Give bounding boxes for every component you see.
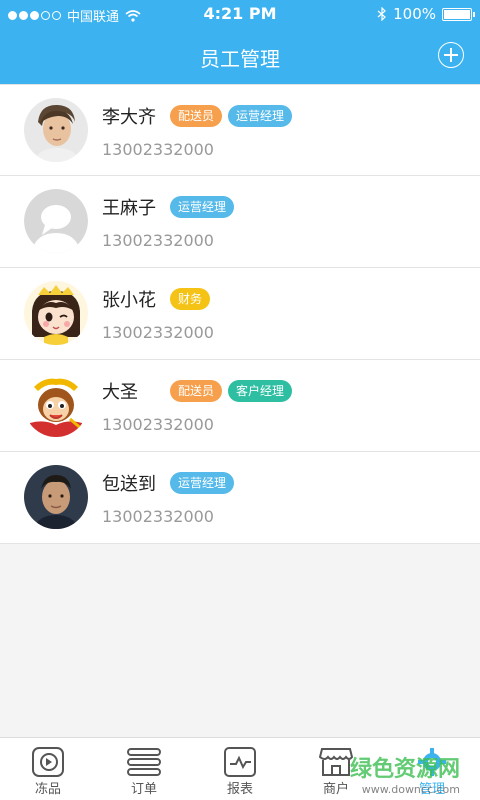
photo-avatar-man-1 bbox=[24, 98, 88, 162]
employee-phone: 13002332000 bbox=[102, 140, 214, 159]
status-right: 100% bbox=[377, 5, 475, 23]
employee-phone: 13002332000 bbox=[102, 507, 214, 526]
role-tag: 财务 bbox=[170, 288, 211, 310]
employee-row[interactable]: 李大齐 配送员 运营经理 13002332000 bbox=[0, 84, 480, 176]
role-tag: 运营经理 bbox=[170, 472, 235, 494]
frozen-goods-icon bbox=[32, 747, 64, 777]
role-tags: 运营经理 bbox=[170, 472, 235, 494]
employee-phone: 13002332000 bbox=[102, 323, 214, 342]
employee-row[interactable]: 王麻子 运营经理 13002332000 bbox=[0, 176, 480, 268]
tab-label: 冻品 bbox=[34, 782, 61, 797]
role-tag: 运营经理 bbox=[228, 105, 293, 127]
watermark-text: 绿色资源网 bbox=[349, 757, 460, 782]
battery-percent: 100% bbox=[393, 5, 436, 23]
tab-report[interactable]: 报表 bbox=[192, 738, 288, 800]
role-tags: 配送员 客户经理 bbox=[170, 380, 293, 402]
report-icon bbox=[224, 747, 256, 777]
employee-row[interactable]: 大圣 配送员 客户经理 13002332000 bbox=[0, 360, 480, 452]
employee-phone: 13002332000 bbox=[102, 415, 214, 434]
role-tag: 客户经理 bbox=[228, 380, 293, 402]
role-tag: 运营经理 bbox=[170, 196, 235, 218]
photo-avatar-man-2 bbox=[24, 465, 88, 529]
employee-name: 包送到 bbox=[102, 474, 156, 495]
employee-phone: 13002332000 bbox=[102, 231, 214, 250]
role-tags: 财务 bbox=[170, 288, 211, 310]
tab-label: 报表 bbox=[226, 782, 253, 797]
shop-icon bbox=[319, 748, 353, 776]
watermark: 绿色资源网 www.downcc.com bbox=[350, 751, 460, 796]
cartoon-girl-avatar bbox=[24, 281, 88, 345]
default-user-icon bbox=[24, 189, 88, 253]
status-bar: 中国联通 4:21 PM 100% bbox=[0, 0, 480, 28]
cartoon-monkey-avatar bbox=[24, 373, 88, 437]
employee-name: 李大齐 bbox=[102, 107, 156, 128]
nav-bar: 员工管理 bbox=[0, 28, 480, 84]
tab-orders[interactable]: 订单 bbox=[96, 738, 192, 800]
employee-name: 张小花 bbox=[102, 290, 156, 311]
orders-icon bbox=[127, 748, 161, 776]
tab-label: 订单 bbox=[130, 782, 157, 797]
employee-name: 大圣 bbox=[102, 382, 138, 403]
plus-circle-icon[interactable] bbox=[438, 42, 464, 68]
employee-row[interactable]: 张小花 财务 13002332000 bbox=[0, 268, 480, 360]
role-tags: 配送员 运营经理 bbox=[170, 105, 293, 127]
page-title: 员工管理 bbox=[200, 47, 280, 71]
role-tag: 配送员 bbox=[170, 105, 223, 127]
employee-list: 李大齐 配送员 运营经理 13002332000 王麻子 运营经理 130023… bbox=[0, 84, 480, 544]
bluetooth-icon bbox=[377, 7, 386, 21]
watermark-url: www.downcc.com bbox=[361, 783, 460, 796]
employee-name: 王麻子 bbox=[102, 198, 156, 219]
top-bar: 中国联通 4:21 PM 100% 员工管理 bbox=[0, 0, 480, 84]
role-tags: 运营经理 bbox=[170, 196, 235, 218]
employee-row[interactable]: 包送到 运营经理 13002332000 bbox=[0, 452, 480, 544]
role-tag: 配送员 bbox=[170, 380, 223, 402]
battery-icon bbox=[442, 7, 475, 21]
tab-frozen-goods[interactable]: 冻品 bbox=[0, 738, 96, 800]
